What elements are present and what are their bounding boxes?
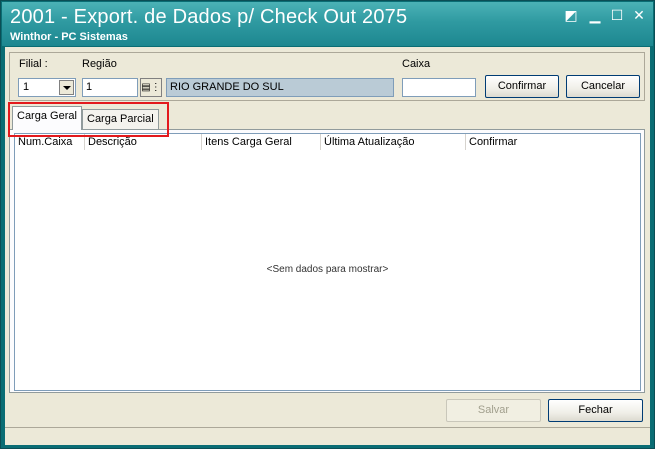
column-header-itens-carga-geral[interactable]: Itens Carga Geral <box>202 134 321 150</box>
app-window: 2001 - Export. de Dados p/ Check Out 207… <box>0 0 655 449</box>
cancelar-button[interactable]: Cancelar <box>566 75 640 98</box>
minimize-icon[interactable]: ▁ <box>587 7 603 23</box>
client-area: Filial : 1 Região 1 ▤⋮ RIO GRANDE DO SUL… <box>5 47 650 445</box>
column-header-confirmar[interactable]: Confirmar <box>466 134 566 150</box>
column-header-ultima-atualizacao[interactable]: Última Atualização <box>321 134 466 150</box>
title-bar[interactable]: 2001 - Export. de Dados p/ Check Out 207… <box>2 2 653 46</box>
maximize-icon[interactable]: ☐ <box>609 7 625 23</box>
fechar-button[interactable]: Fechar <box>548 399 643 422</box>
filial-combo[interactable]: 1 <box>18 78 76 97</box>
status-bar <box>5 427 650 445</box>
regiao-name-field: RIO GRANDE DO SUL <box>166 78 394 97</box>
confirmar-button[interactable]: Confirmar <box>485 75 559 98</box>
grid-empty-message: <Sem dados para mostrar> <box>266 264 389 275</box>
tab-panel: Num.Caixa Descrição Itens Carga Geral Úl… <box>9 129 645 393</box>
caixa-input[interactable] <box>402 78 476 97</box>
window-title: 2001 - Export. de Dados p/ Check Out 207… <box>10 6 408 28</box>
salvar-button[interactable]: Salvar <box>446 399 541 422</box>
filial-value: 1 <box>23 81 30 93</box>
filter-panel: Filial : 1 Região 1 ▤⋮ RIO GRANDE DO SUL… <box>9 52 645 101</box>
window-subtitle: Winthor - PC Sistemas <box>10 31 128 43</box>
tab-highlight-box <box>8 102 169 137</box>
lookup-search-icon[interactable]: ▤⋮ <box>140 78 162 97</box>
regiao-input[interactable]: 1 <box>82 78 138 97</box>
help-icon[interactable]: ◩ <box>563 7 579 23</box>
close-icon[interactable]: ✕ <box>631 7 647 23</box>
regiao-label: Região <box>82 58 117 70</box>
data-grid[interactable]: Num.Caixa Descrição Itens Carga Geral Úl… <box>14 133 641 391</box>
chevron-down-icon[interactable] <box>59 80 74 95</box>
filial-label: Filial : <box>19 58 48 70</box>
caixa-label: Caixa <box>402 58 431 70</box>
